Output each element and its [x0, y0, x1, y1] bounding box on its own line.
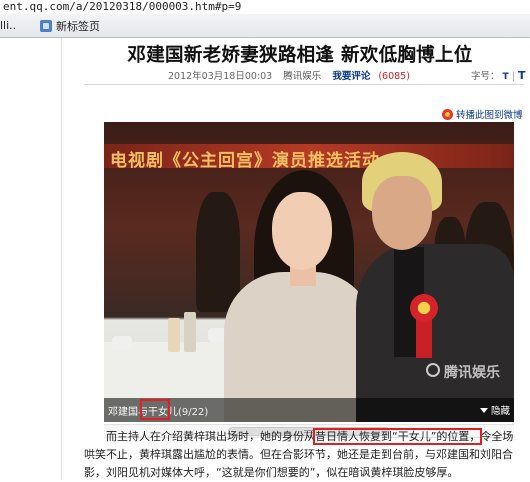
article-paragraph: 而主持人在介绍黄梓琪出场时，她的身份从昔日情人恢复到“干女儿”的位置，令全场哄笑… — [84, 428, 524, 482]
event-banner-text: 电视剧《公主回宫》演员推选活动 — [110, 151, 380, 171]
font-size-small-button[interactable]: T — [503, 72, 509, 82]
cup — [112, 336, 132, 350]
header-divider — [84, 84, 524, 85]
article-date: 2012年03月18日00:03 — [168, 71, 273, 82]
bookmark-new-tab[interactable]: 新标签页 — [40, 18, 100, 34]
watermark-logo-icon — [426, 363, 440, 377]
man-figure — [372, 176, 432, 250]
background-person — [196, 192, 240, 312]
bookmark-overflow[interactable]: lli.. — [0, 19, 16, 32]
address-bar[interactable]: ent.qq.com/a/20120318/000003.htm#p=9 — [0, 0, 530, 14]
bookmarks-bar: lli.. 新标签页 — [0, 14, 530, 38]
share-to-weibo-link[interactable]: 转播此图到微博 — [442, 107, 523, 121]
red-annotation-box — [140, 399, 170, 420]
man-figure — [356, 244, 514, 422]
paragraph-text-before: 而主持人在介绍黄梓琪出场时，她的身份从 — [106, 430, 315, 443]
watermark-text: 腾讯娱乐 — [444, 365, 500, 381]
font-size-label: 字号： — [471, 71, 500, 82]
ribbon — [416, 318, 432, 358]
highlighted-phrase: 昔日情人恢复到“干女儿”的位置， — [312, 428, 483, 445]
article-headline: 邓建国新老娇妻狭路相逢 新欢低胸博上位 — [127, 45, 473, 66]
comment-count: (6085) — [378, 71, 410, 82]
bottle — [184, 312, 196, 352]
hide-caption-label: 隐藏 — [491, 406, 511, 417]
weibo-icon — [442, 108, 453, 120]
article-page: 邓建国新老娇妻狭路相逢 新欢低胸博上位 2012年03月18日00:03 腾讯娱… — [0, 38, 530, 480]
bottle — [168, 318, 180, 352]
photo-viewer[interactable]: 电视剧《公主回宫》演员推选活动 腾讯娱乐 邓建国与干女儿(9/22) 隐藏 — [104, 122, 514, 422]
rosette — [410, 294, 438, 322]
font-size-large-button[interactable]: T — [518, 69, 526, 82]
comment-link[interactable]: 我要评论 (6085) — [332, 71, 418, 82]
comment-label: 我要评论 — [332, 71, 371, 82]
hide-caption-button[interactable]: 隐藏 — [480, 403, 510, 417]
share-label: 转播此图到微博 — [456, 110, 523, 121]
font-size-control: 字号： T | T — [471, 69, 526, 82]
bookmark-new-tab-label: 新标签页 — [56, 20, 100, 33]
page-icon — [40, 20, 52, 32]
left-column — [0, 38, 62, 480]
article-source[interactable]: 腾讯娱乐 — [283, 71, 321, 82]
article-meta: 2012年03月18日00:03 腾讯娱乐 我要评论 (6085) — [168, 68, 426, 82]
photo-counter: (9/22) — [178, 407, 209, 418]
woman-figure — [272, 192, 332, 270]
caret-down-icon — [480, 407, 488, 413]
